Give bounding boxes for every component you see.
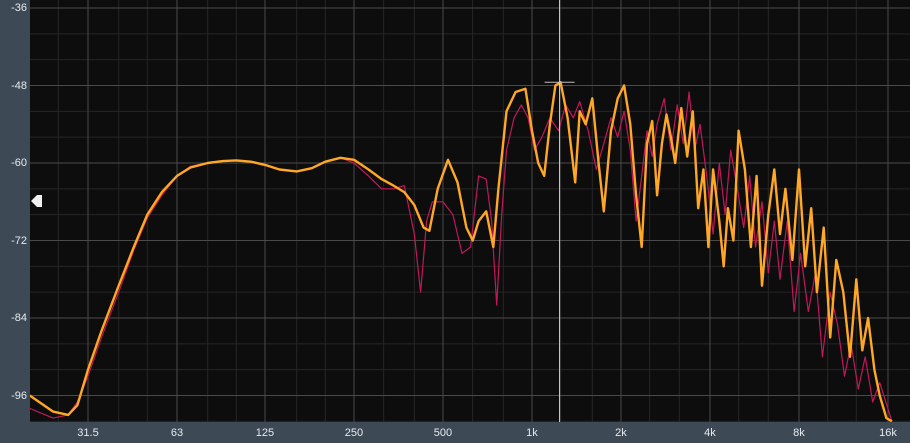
x-tick-label: 16k — [879, 427, 897, 439]
level-handle[interactable] — [30, 194, 44, 208]
x-tick-label: 31.5 — [77, 427, 99, 439]
y-tick-label: -72 — [11, 235, 27, 247]
y-tick-label: -48 — [11, 80, 27, 92]
spectrum-analyzer: -36 -48 -60 -72 -84 -96 31.5 63 125 250 500 1k 2k 4k… — [0, 0, 910, 443]
x-tick-label: 63 — [170, 427, 184, 439]
x-tick-label: 1k — [526, 427, 538, 439]
x-tick-label: 2k — [615, 427, 627, 439]
x-tick-label: 125 — [255, 427, 275, 439]
plot-area[interactable] — [30, 0, 910, 422]
x-tick-label: 4k — [704, 427, 716, 439]
triangle-left-icon — [31, 195, 42, 207]
y-tick-label: -60 — [11, 157, 27, 169]
x-tick-label: 8k — [793, 427, 805, 439]
x-tick-label: 500 — [433, 427, 453, 439]
y-tick-label: -84 — [11, 312, 27, 324]
y-tick-label: -36 — [11, 2, 27, 14]
x-tick-label: 250 — [344, 427, 364, 439]
series-line-thick — [30, 81, 893, 422]
y-tick-label: -96 — [11, 390, 27, 402]
spectrum-chart — [30, 0, 910, 422]
series-line-thin — [30, 91, 893, 422]
